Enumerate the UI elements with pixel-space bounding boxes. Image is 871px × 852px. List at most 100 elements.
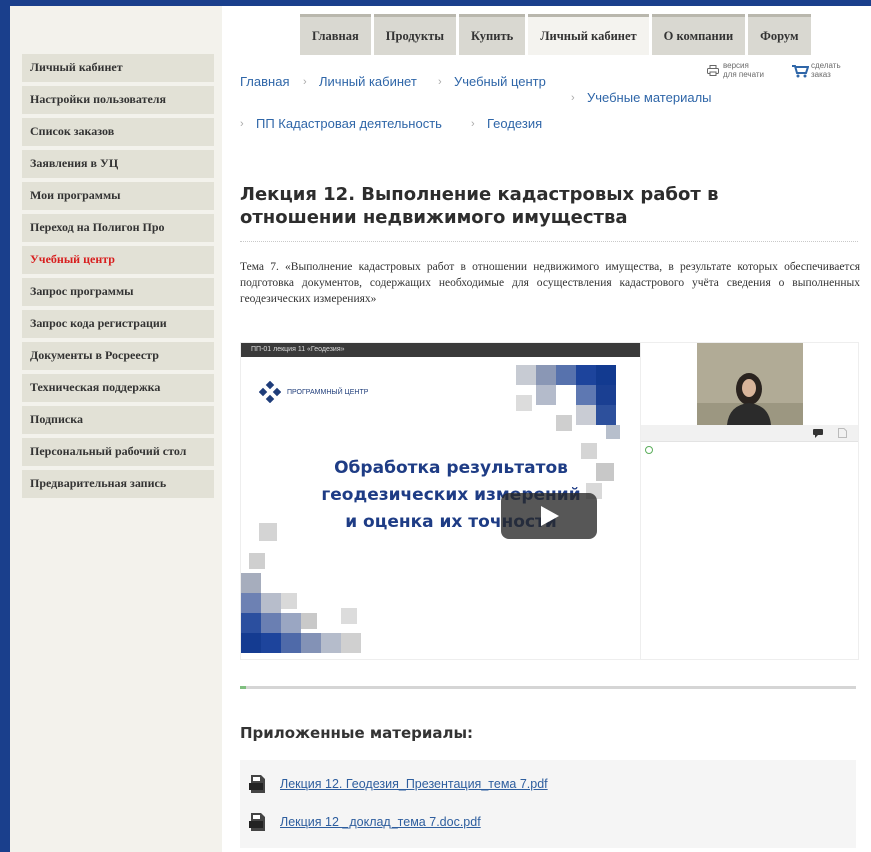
slide-decoration [241, 613, 261, 633]
slide-decoration [281, 613, 301, 633]
sidebar-item-orders[interactable]: Список заказов [22, 118, 214, 146]
slide-decoration [556, 365, 576, 385]
breadcrumb-account[interactable]: Личный кабинет [319, 74, 417, 89]
breadcrumb-materials[interactable]: Учебные материалы [587, 90, 712, 105]
sidebar-item-uc-applications[interactable]: Заявления в УЦ [22, 150, 214, 178]
slide-decoration [281, 593, 297, 609]
slide-heading-line-1: Обработка результатов [334, 458, 568, 478]
slide-decoration [536, 365, 556, 385]
sidebar-item-account[interactable]: Личный кабинет [22, 54, 214, 82]
top-navigation: Главная Продукты Купить Личный кабинет О… [300, 14, 811, 55]
slide-decoration [261, 613, 281, 633]
order-label-1: сделать [811, 61, 841, 70]
slide-decoration [556, 415, 572, 431]
attachment-link-report[interactable]: Лекция 12 _доклад_тема 7.doc.pdf [280, 815, 481, 829]
print-label-2: для печати [723, 70, 764, 79]
tab-forum[interactable]: Форум [748, 14, 811, 55]
breadcrumb-separator: › [438, 76, 442, 88]
make-order-link[interactable]: сделать заказ [791, 61, 841, 79]
slide-decoration [261, 633, 281, 653]
print-label-1: версия [723, 61, 749, 70]
sidebar-item-training-center[interactable]: Учебный центр [22, 246, 214, 274]
slide-decoration [301, 613, 317, 629]
materials-heading: Приложенные материалы: [240, 724, 474, 742]
info-icon [645, 446, 653, 454]
breadcrumb-training-center[interactable]: Учебный центр [454, 74, 546, 89]
slide-decoration [576, 385, 596, 405]
slide-decoration [606, 425, 620, 439]
breadcrumb-separator: › [571, 92, 575, 104]
slide-decoration [241, 573, 261, 593]
breadcrumb-cadastral-program[interactable]: ПП Кадастровая деятельность [256, 116, 442, 131]
sidebar-item-subscription[interactable]: Подписка [22, 406, 214, 434]
webcam-video [697, 343, 803, 425]
breadcrumb-separator: › [471, 118, 475, 130]
slide-decoration [536, 385, 556, 405]
video-progress-bar[interactable] [240, 686, 856, 689]
slide-decoration [261, 593, 281, 613]
pdf-file-icon [249, 813, 265, 831]
sidebar-item-support[interactable]: Техническая поддержка [22, 374, 214, 402]
sidebar-menu: Личный кабинет Настройки пользователя Сп… [22, 54, 214, 502]
chat-toolbar [641, 425, 858, 442]
slide-decoration [596, 365, 616, 385]
brand-name: ПРОГРАММНЫЙ ЦЕНТР [287, 388, 369, 396]
pdf-file-icon [249, 775, 265, 793]
document-icon[interactable] [838, 428, 847, 438]
chat-message [645, 446, 653, 456]
cart-icon [792, 65, 809, 78]
play-button[interactable] [501, 493, 597, 539]
attachment-link-presentation[interactable]: Лекция 12. Геодезия_Презентация_тема 7.p… [280, 777, 548, 791]
attachments-list: Лекция 12. Геодезия_Презентация_тема 7.p… [240, 760, 856, 848]
video-player[interactable]: ПП-01 лекция 11 «Геодезия» ПРОГРАММНЫЙ Ц… [240, 342, 642, 660]
slide-decoration [516, 395, 532, 411]
breadcrumb-home[interactable]: Главная [240, 74, 289, 89]
slide-decoration [596, 405, 616, 425]
brand-logo-icon [259, 381, 281, 403]
slide-decoration [259, 523, 277, 541]
attachment-item: Лекция 12. Геодезия_Презентация_тема 7.p… [248, 774, 548, 794]
printer-icon [707, 65, 719, 76]
slide-decoration [596, 385, 616, 405]
slide-decoration [241, 633, 261, 653]
sidebar-item-appointment[interactable]: Предварительная запись [22, 470, 214, 498]
slide-decoration [341, 608, 357, 624]
tab-home[interactable]: Главная [300, 14, 371, 55]
sidebar-item-program-request[interactable]: Запрос программы [22, 278, 214, 306]
sidebar-item-personal-desktop[interactable]: Персональный рабочий стол [22, 438, 214, 466]
sidebar-item-registration-code[interactable]: Запрос кода регистрации [22, 310, 214, 338]
breadcrumb-geodesy: Геодезия [487, 116, 543, 131]
video-side-panel [640, 342, 859, 660]
slide-decoration [516, 365, 536, 385]
sidebar-item-user-settings[interactable]: Настройки пользователя [22, 86, 214, 114]
slide-decoration [281, 633, 301, 653]
attachment-item: Лекция 12 _доклад_тема 7.doc.pdf [248, 812, 481, 832]
divider [240, 241, 858, 243]
slide-decoration [249, 553, 265, 569]
sidebar-item-rosreestr-docs[interactable]: Документы в Росреестр [22, 342, 214, 370]
slide-decoration [341, 633, 361, 653]
chat-icon[interactable] [813, 429, 823, 438]
breadcrumb-separator: › [240, 118, 244, 130]
slide-decoration [576, 365, 596, 385]
video-title-bar: ПП-01 лекция 11 «Геодезия» [241, 343, 641, 357]
slide-decoration [321, 633, 341, 653]
tab-buy[interactable]: Купить [459, 14, 526, 55]
breadcrumb-separator: › [303, 76, 307, 88]
print-version-link[interactable]: версия для печати [707, 61, 764, 79]
slide-decoration [301, 633, 321, 653]
tab-products[interactable]: Продукты [373, 14, 457, 55]
page-title: Лекция 12. Выполнение кадастровых работ … [240, 184, 719, 228]
order-label-2: заказ [811, 70, 831, 79]
tab-account[interactable]: Личный кабинет [528, 14, 649, 55]
video-progress-fill [240, 686, 247, 689]
topic-description: Тема 7. «Выполнение кадастровых работ в … [240, 261, 860, 305]
slide-brand: ПРОГРАММНЫЙ ЦЕНТР [259, 381, 368, 403]
presenter-image [697, 343, 803, 425]
slide-decoration [576, 405, 596, 425]
left-frame-border [0, 0, 10, 852]
slide-decoration [241, 593, 261, 613]
sidebar-item-poligon-pro[interactable]: Переход на Полигон Про [22, 214, 214, 242]
sidebar-item-my-programs[interactable]: Мои программы [22, 182, 214, 210]
tab-about[interactable]: О компании [651, 14, 746, 55]
